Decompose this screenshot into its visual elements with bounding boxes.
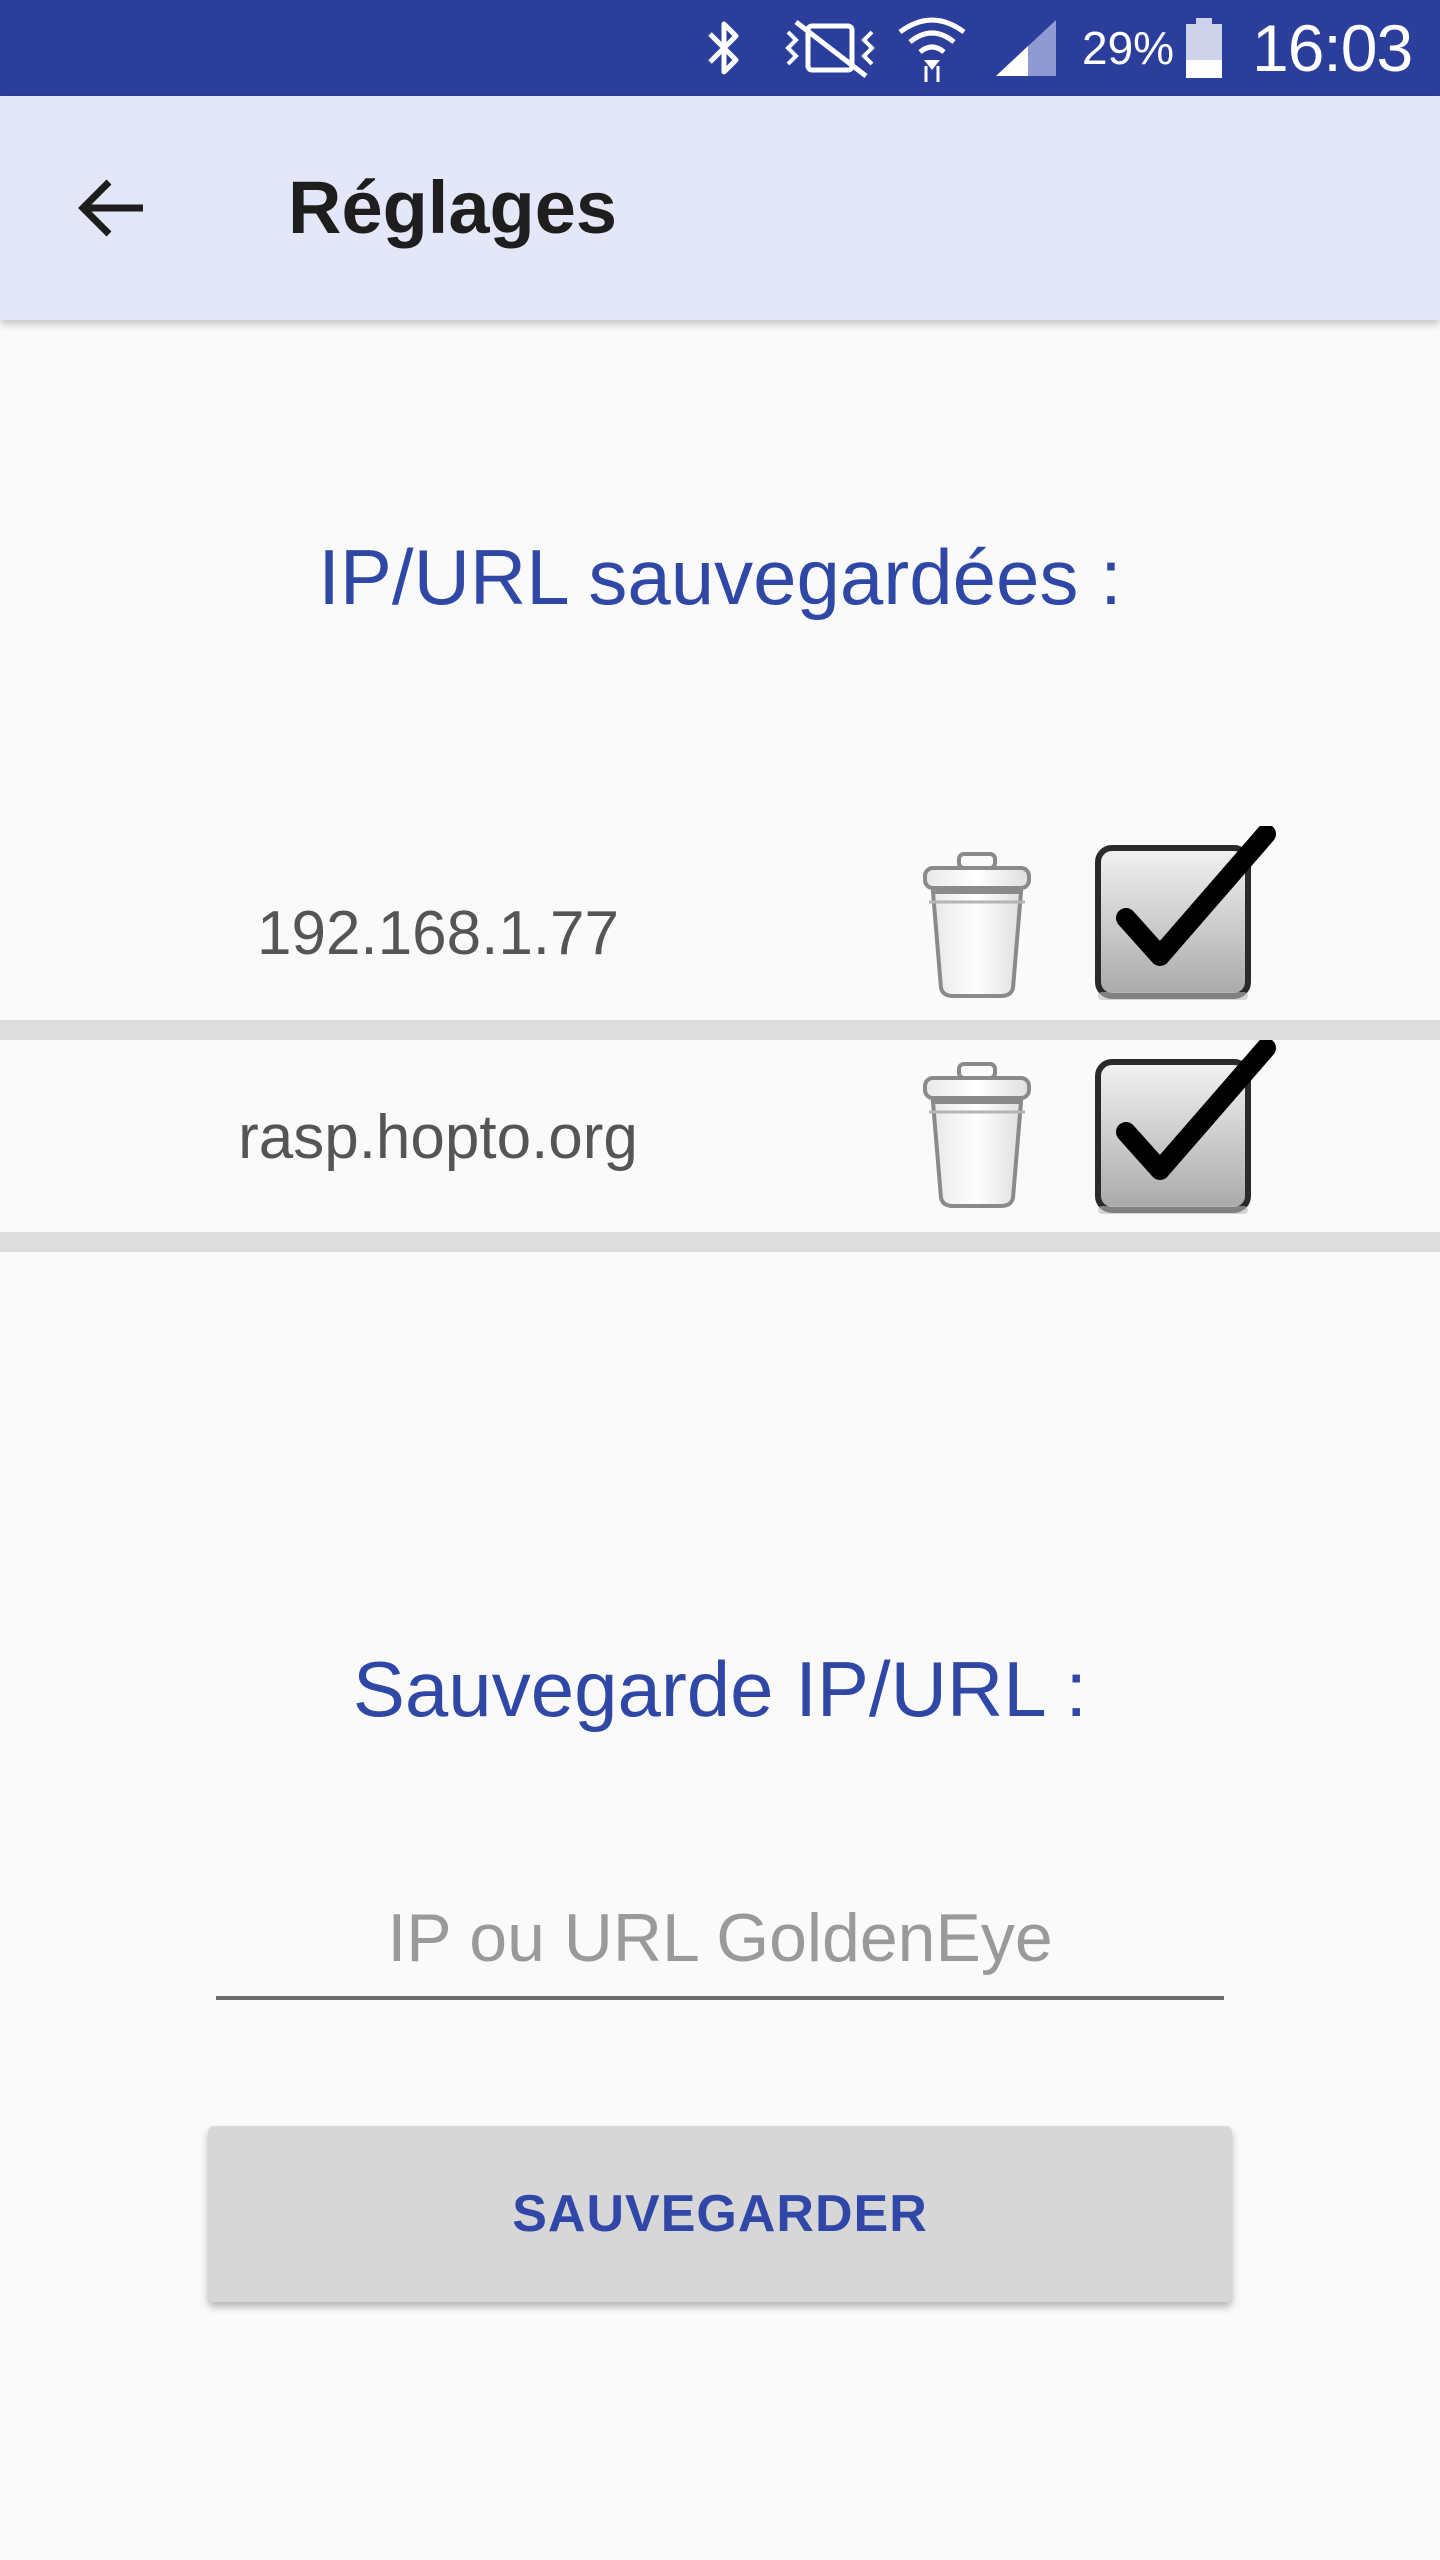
enable-checkbox[interactable]	[1090, 1038, 1280, 1220]
checkbox-checked-icon	[1095, 1038, 1276, 1214]
arrow-back-icon	[78, 179, 143, 237]
settings-screen: 29% 16:03 Réglages IP/URL sauvegardées :…	[0, 0, 1440, 2560]
saved-list-item: rasp.hopto.org	[0, 1038, 1440, 1234]
delete-button[interactable]	[912, 840, 1042, 1010]
divider	[0, 1020, 1440, 1040]
clock: 16:03	[1252, 11, 1413, 85]
ip-url-input[interactable]	[216, 1880, 1224, 2000]
battery-percent: 29%	[1082, 22, 1175, 74]
new-entry-title: Sauvegarde IP/URL :	[352, 1645, 1088, 1733]
back-button[interactable]	[56, 152, 168, 264]
wifi-icon	[896, 0, 968, 96]
status-bar: 29% 16:03	[0, 0, 1440, 96]
battery-icon	[1182, 0, 1226, 96]
trash-icon	[923, 852, 1031, 998]
delete-button[interactable]	[912, 1050, 1042, 1220]
saved-item-label: 192.168.1.77	[256, 898, 619, 968]
signal-icon	[992, 0, 1062, 96]
saved-section-title: IP/URL sauvegardées :	[318, 533, 1122, 621]
page-title: Réglages	[288, 166, 618, 249]
bluetooth-icon	[704, 0, 756, 96]
app-bar: Réglages	[0, 96, 1440, 320]
saved-item-label: rasp.hopto.org	[238, 1102, 638, 1172]
enable-checkbox[interactable]	[1090, 824, 1280, 1006]
save-button[interactable]: SAUVEGARDER	[208, 2126, 1232, 2302]
checkbox-checked-icon	[1095, 824, 1276, 1000]
trash-icon	[923, 1062, 1031, 1208]
divider	[0, 1232, 1440, 1252]
saved-list-item: 192.168.1.77	[0, 824, 1440, 1020]
vibrate-mute-icon	[782, 0, 878, 96]
